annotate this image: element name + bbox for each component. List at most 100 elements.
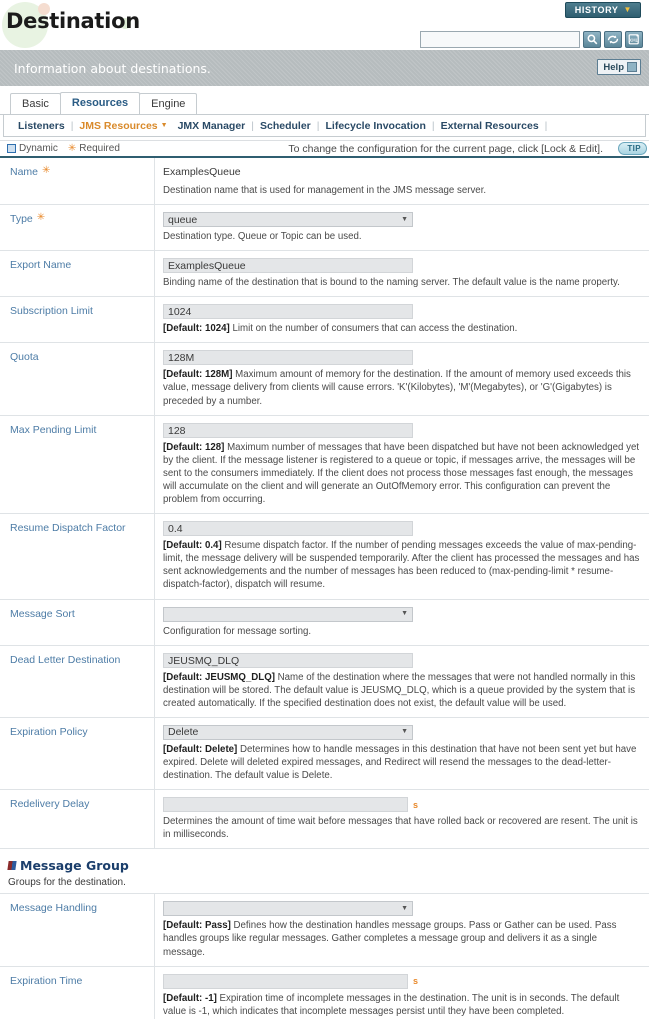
chevron-down-icon: ▼ xyxy=(401,728,408,736)
field-description: Destination type. Queue or Topic can be … xyxy=(163,231,362,243)
section-bookmark-icon xyxy=(7,861,17,871)
field-description: Binding name of the destination that is … xyxy=(163,277,620,289)
field-control-export-name: ExamplesQueue Binding name of the destin… xyxy=(155,251,649,296)
field-label-subscription-limit: Subscription Limit xyxy=(0,297,155,343)
field-label-message-sort: Message Sort xyxy=(0,599,155,645)
field-label-quota: Quota xyxy=(0,343,155,415)
help-icon xyxy=(627,62,637,72)
search-icon[interactable] xyxy=(583,31,601,48)
info-strip-text: Information about destinations. xyxy=(14,60,211,76)
field-description: [Default: Delete] Determines how to hand… xyxy=(163,743,641,782)
lock-and-edit-note: To change the configuration for the curr… xyxy=(288,142,603,155)
section-subtitle: Groups for the destination. xyxy=(8,877,126,889)
info-strip: Information about destinations. Help xyxy=(0,50,649,86)
group-expiration-time-control-line: s xyxy=(163,973,643,989)
field-description: [Default: -1] Expiration time of incompl… xyxy=(163,992,641,1018)
label-text: Quota xyxy=(10,351,39,364)
field-default: [Default: JEUSMQ_DLQ] xyxy=(163,671,275,683)
field-row-subscription-limit: Subscription Limit 1024 [Default: 1024] … xyxy=(0,297,649,344)
type-select-value: queue xyxy=(168,213,198,226)
required-icon: ✳ xyxy=(36,212,46,224)
field-row-quota: Quota 128M [Default: 128M] Maximum amoun… xyxy=(0,343,649,416)
field-control-dead-letter-destination: JEUSMQ_DLQ [Default: JEUSMQ_DLQ] Name of… xyxy=(155,646,649,717)
field-description: [Default: JEUSMQ_DLQ] Name of the destin… xyxy=(163,671,641,710)
field-description: [Default: 128M] Maximum amount of memory… xyxy=(163,368,641,407)
field-control-quota: 128M [Default: 128M] Maximum amount of m… xyxy=(155,343,649,414)
quota-input[interactable]: 128M xyxy=(163,350,413,366)
field-label-message-handling: Message Handling xyxy=(0,894,155,966)
field-row-resume-dispatch-factor: Resume Dispatch Factor 0.4 [Default: 0.4… xyxy=(0,514,649,600)
field-label-resume-dispatch-factor: Resume Dispatch Factor xyxy=(0,514,155,599)
resume-dispatch-factor-input[interactable]: 0.4 xyxy=(163,521,413,537)
destination-form: Name ✳ ExamplesQueue Destination name th… xyxy=(0,158,649,1019)
max-pending-limit-input[interactable]: 128 xyxy=(163,422,413,438)
message-sort-select[interactable]: ▼ xyxy=(163,606,413,622)
field-row-type: Type ✳ queue ▼ Destination type. Queue o… xyxy=(0,205,649,252)
reload-icon[interactable] xyxy=(604,31,622,48)
legend-dynamic-label: Dynamic xyxy=(19,143,58,154)
field-label-group-expiration-time: Expiration Time xyxy=(0,966,155,1019)
history-button[interactable]: HISTORY ▼ xyxy=(564,2,641,18)
field-default: [Default: 0.4] xyxy=(163,540,222,552)
field-label-export-name: Export Name xyxy=(0,251,155,297)
label-text: Expiration Policy xyxy=(10,725,88,738)
field-description: [Default: 0.4] Resume dispatch factor. I… xyxy=(163,539,641,591)
subnav-item-jmx-manager[interactable]: JMX Manager xyxy=(173,120,251,132)
xml-export-icon[interactable]: XML xyxy=(625,31,643,48)
tab-basic[interactable]: Basic xyxy=(10,93,61,114)
chevron-down-icon: ▼ xyxy=(401,904,408,912)
legend-required-label: Required xyxy=(79,143,120,154)
subscription-limit-input[interactable]: 1024 xyxy=(163,304,413,320)
help-button[interactable]: Help xyxy=(597,59,641,75)
legend-group: Dynamic ✳ Required xyxy=(7,143,120,154)
tip-badge[interactable]: TIP xyxy=(618,142,647,155)
message-handling-select[interactable]: ▼ xyxy=(163,901,413,917)
field-row-export-name: Export Name ExamplesQueue Binding name o… xyxy=(0,251,649,298)
subnav-item-scheduler[interactable]: Scheduler xyxy=(255,120,316,132)
field-row-message-sort: Message Sort ▼ Configuration for message… xyxy=(0,599,649,646)
group-expiration-time-input[interactable] xyxy=(163,973,408,989)
label-text: Subscription Limit xyxy=(10,305,93,318)
search-input[interactable] xyxy=(420,31,580,48)
subnav-item-listeners[interactable]: Listeners xyxy=(13,120,70,132)
field-row-max-pending-limit: Max Pending Limit 128 [Default: 128] Max… xyxy=(0,415,649,515)
subnav-separator: | xyxy=(544,119,548,132)
field-default: [Default: 1024] xyxy=(163,323,230,335)
field-control-name: ExamplesQueue Destination name that is u… xyxy=(155,158,649,204)
field-control-redelivery-delay: s Determines the amount of time wait bef… xyxy=(155,790,649,848)
export-name-input[interactable]: ExamplesQueue xyxy=(163,258,413,274)
required-icon: ✳ xyxy=(42,165,51,176)
field-row-redelivery-delay: Redelivery Delay s Determines the amount… xyxy=(0,790,649,850)
label-text: Resume Dispatch Factor xyxy=(10,522,126,535)
field-description: Configuration for message sorting. xyxy=(163,625,312,637)
expiration-policy-select[interactable]: Delete ▼ xyxy=(163,724,413,740)
type-select[interactable]: queue ▼ xyxy=(163,212,413,228)
svg-text:XML: XML xyxy=(629,38,638,43)
subnav-item-label: JMS Resources xyxy=(79,119,158,132)
field-description-text: Resume dispatch factor. If the number of… xyxy=(163,540,640,591)
unit-seconds-marker: s xyxy=(413,976,419,987)
page-title: Destination xyxy=(6,9,140,33)
label-text: Dead Letter Destination xyxy=(10,653,121,666)
tab-engine[interactable]: Engine xyxy=(139,93,198,114)
subnav-item-lifecycle-invocation[interactable]: Lifecycle Invocation xyxy=(321,120,431,132)
field-control-expiration-policy: Delete ▼ [Default: Delete] Determines ho… xyxy=(155,718,649,789)
field-control-type: queue ▼ Destination type. Queue or Topic… xyxy=(155,205,649,250)
subnav-item-external-resources[interactable]: External Resources xyxy=(436,120,544,132)
chevron-down-icon: ▼ xyxy=(160,122,168,129)
field-description-text: Maximum number of messages that have bee… xyxy=(163,441,640,506)
dead-letter-destination-input[interactable]: JEUSMQ_DLQ xyxy=(163,652,413,668)
redelivery-delay-input[interactable] xyxy=(163,797,408,813)
search-toolbar: XML xyxy=(420,31,643,48)
subnav-item-jms-resources[interactable]: JMS Resources ▼ xyxy=(74,120,172,132)
field-row-name: Name ✳ ExamplesQueue Destination name th… xyxy=(0,158,649,206)
tab-resources[interactable]: Resources xyxy=(59,92,141,114)
legend-dynamic: Dynamic xyxy=(7,143,58,154)
field-label-type: Type ✳ xyxy=(0,205,155,251)
name-value: ExamplesQueue xyxy=(163,166,241,178)
field-label-redelivery-delay: Redelivery Delay xyxy=(0,790,155,849)
label-text: Message Sort xyxy=(10,607,75,620)
legend-bar: Dynamic ✳ Required To change the configu… xyxy=(0,140,649,158)
field-default: [Default: Delete] xyxy=(163,743,238,755)
help-label: Help xyxy=(603,61,624,73)
